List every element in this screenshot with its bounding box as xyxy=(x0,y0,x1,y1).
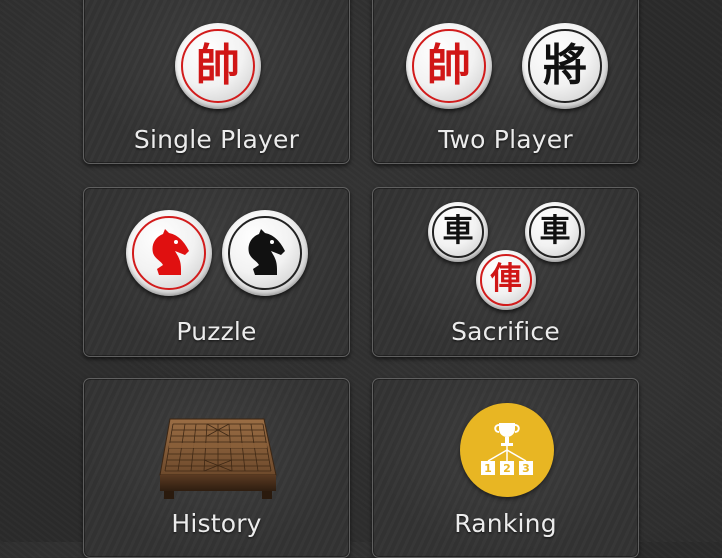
black-chariot-piece-icon: 車 xyxy=(428,202,488,262)
black-general-piece-icon: 將 xyxy=(522,23,608,109)
red-horse-icon xyxy=(126,210,212,296)
red-general-piece-icon: 帥 xyxy=(175,23,261,109)
red-chariot-piece-icon: 俥 xyxy=(476,250,536,310)
ranking-label: Ranking xyxy=(454,509,557,538)
podium-first-label: 1 xyxy=(484,462,492,475)
history-button[interactable]: History xyxy=(83,378,350,558)
red-general-piece-icon: 帥 xyxy=(406,23,492,109)
two-player-label: Two Player xyxy=(438,125,573,154)
puzzle-button[interactable]: Puzzle xyxy=(83,187,350,357)
ranking-button[interactable]: 1 2 3 Ranking xyxy=(372,378,639,558)
two-player-button[interactable]: 帥 將 Two Player xyxy=(372,0,639,164)
history-label: History xyxy=(171,509,262,538)
podium-second-label: 2 xyxy=(503,462,511,475)
podium-third-label: 3 xyxy=(522,462,530,475)
single-player-button[interactable]: 帥 Single Player xyxy=(83,0,350,164)
black-chariot-piece-icon: 車 xyxy=(525,202,585,262)
sacrifice-button[interactable]: 車 車 俥 Sacrifice xyxy=(372,187,639,357)
black-horse-icon xyxy=(222,210,308,296)
trophy-podium-icon: 1 2 3 xyxy=(460,403,554,497)
sacrifice-label: Sacrifice xyxy=(451,317,560,346)
single-player-label: Single Player xyxy=(133,125,300,154)
puzzle-label: Puzzle xyxy=(176,317,257,346)
xiangqi-board-icon xyxy=(156,413,280,503)
